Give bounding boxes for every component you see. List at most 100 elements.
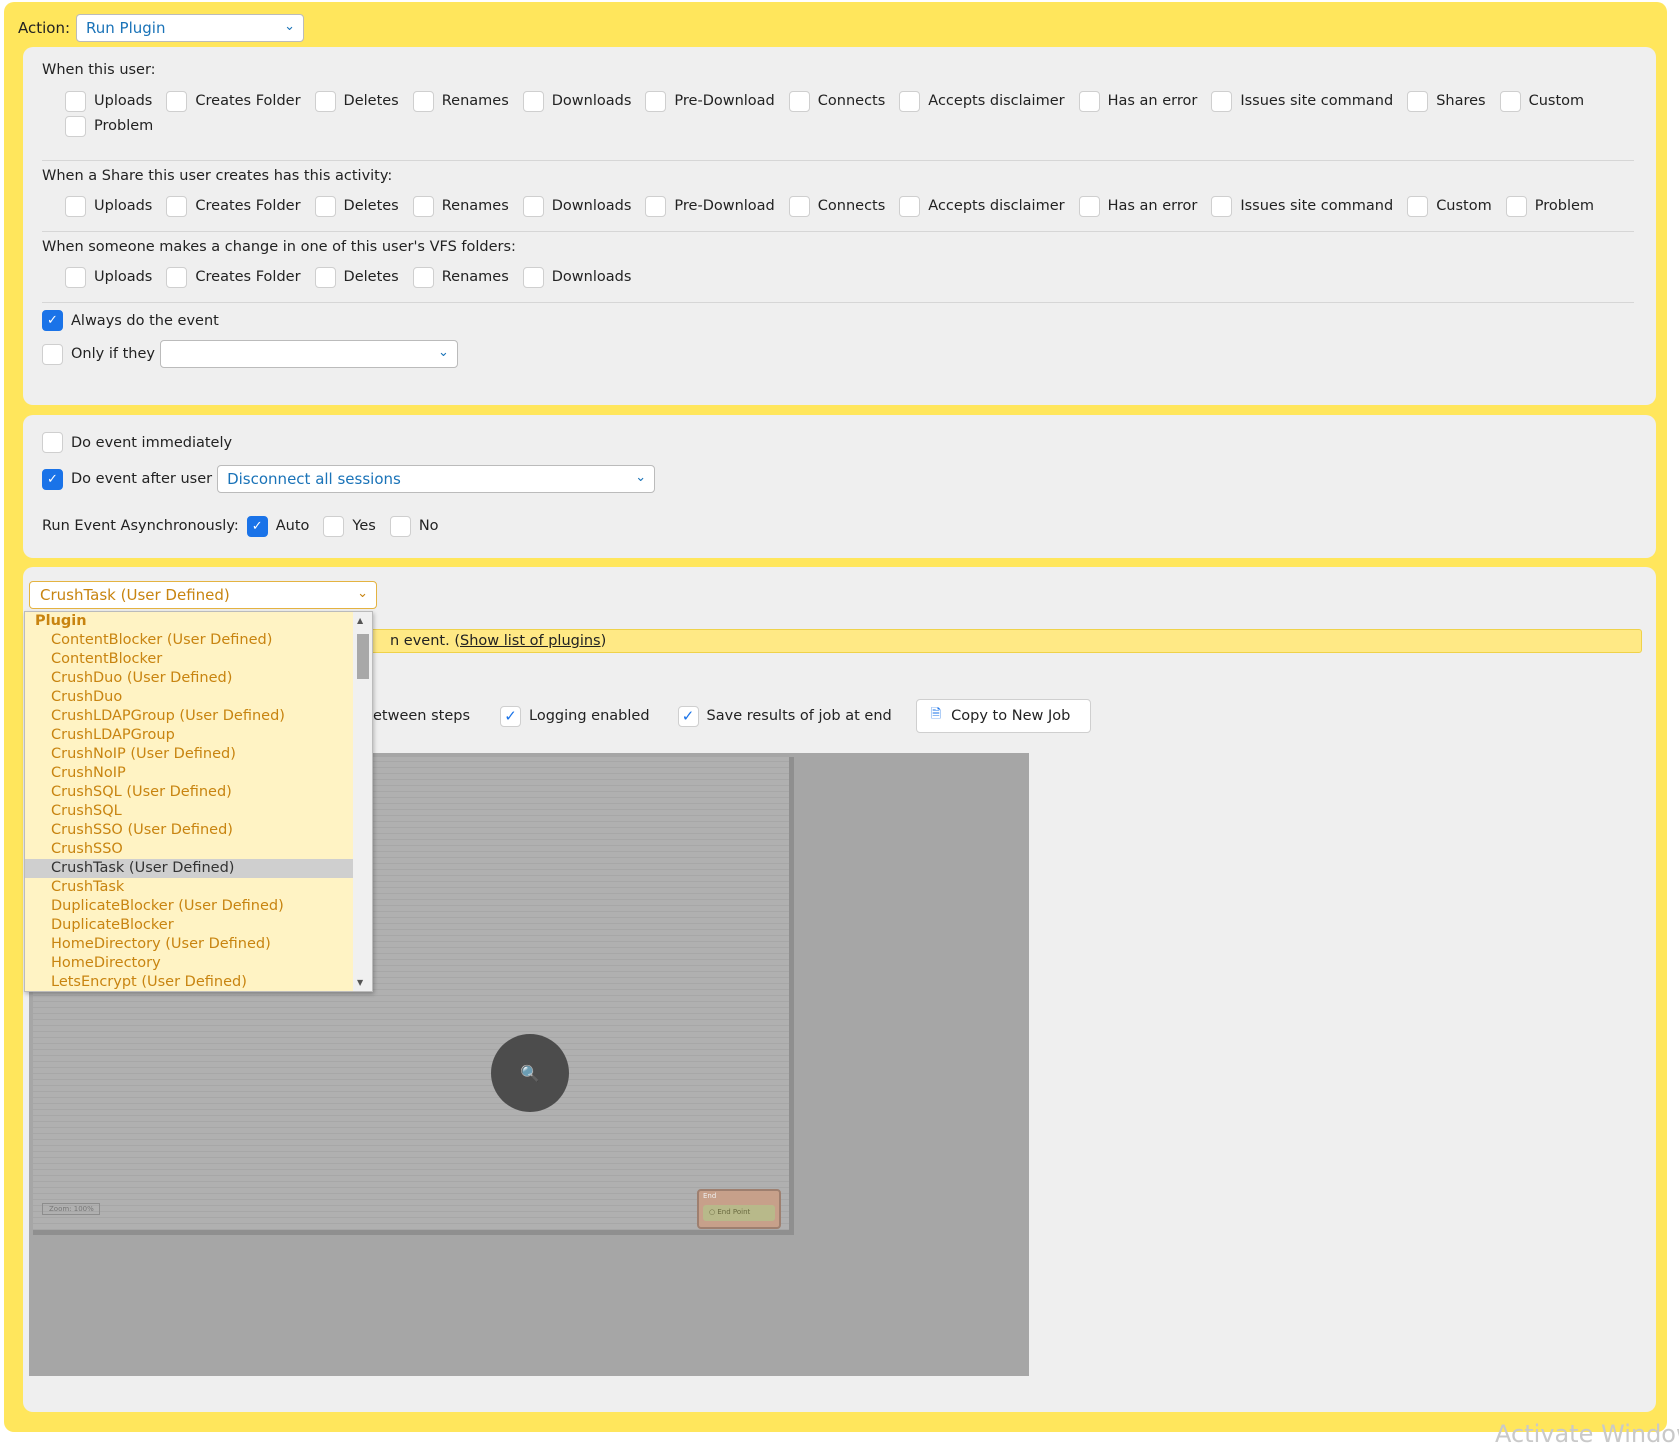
when-user-option-uploads[interactable]: Uploads — [65, 89, 152, 113]
when-user-checkbox[interactable] — [65, 115, 86, 137]
when-user-option-custom[interactable]: Custom — [1499, 89, 1584, 113]
after-user-checkbox[interactable] — [42, 468, 63, 490]
plugin-option[interactable]: HomeDirectory — [25, 954, 353, 973]
plugin-option[interactable]: CrushLDAPGroup (User Defined) — [25, 707, 353, 726]
when-vfs-option-renames[interactable]: Renames — [412, 265, 509, 289]
when-share-checkbox[interactable] — [412, 195, 434, 217]
async-yes-checkbox[interactable] — [323, 515, 345, 537]
scroll-up-icon[interactable]: ▲ — [357, 616, 363, 625]
when-share-checkbox[interactable] — [65, 195, 86, 217]
when-vfs-option-downloads[interactable]: Downloads — [522, 265, 631, 289]
plugin-option[interactable]: CrushSQL (User Defined) — [25, 783, 353, 802]
plugin-option[interactable]: CrushLDAPGroup — [25, 726, 353, 745]
when-user-checkbox[interactable] — [788, 90, 810, 112]
when-user-option-connects[interactable]: Connects — [788, 89, 885, 113]
copy-to-new-job-button[interactable]: 🗎 Copy to New Job — [915, 699, 1092, 733]
when-share-checkbox[interactable] — [166, 195, 188, 217]
when-share-checkbox[interactable] — [522, 195, 544, 217]
when-share-option-pre-download[interactable]: Pre-Download — [645, 194, 775, 218]
when-share-option-has-an-error[interactable]: Has an error — [1078, 194, 1197, 218]
plugin-option[interactable]: LetsEncrypt (User Defined) — [25, 973, 353, 991]
plugin-option[interactable]: DuplicateBlocker (User Defined) — [25, 897, 353, 916]
when-user-option-downloads[interactable]: Downloads — [522, 89, 631, 113]
when-vfs-option-creates-folder[interactable]: Creates Folder — [166, 265, 301, 289]
when-vfs-checkbox[interactable] — [412, 266, 434, 288]
when-user-checkbox[interactable] — [1499, 90, 1521, 112]
when-user-checkbox[interactable] — [314, 90, 336, 112]
async-auto[interactable]: Auto — [246, 514, 309, 538]
when-share-option-connects[interactable]: Connects — [788, 194, 885, 218]
when-vfs-checkbox[interactable] — [166, 266, 188, 288]
when-vfs-checkbox[interactable] — [314, 266, 336, 288]
after-user-select[interactable]: Disconnect all sessions ⌄ — [217, 465, 656, 493]
when-user-checkbox[interactable] — [522, 90, 544, 112]
when-share-checkbox[interactable] — [1407, 195, 1429, 217]
when-user-option-pre-download[interactable]: Pre-Download — [645, 89, 775, 113]
when-share-checkbox[interactable] — [645, 195, 667, 217]
end-node[interactable]: End ○ End Point — [697, 1189, 781, 1229]
save-results-checkbox[interactable] — [677, 705, 699, 727]
when-share-option-deletes[interactable]: Deletes — [314, 194, 399, 218]
plugin-option[interactable]: CrushTask — [25, 878, 353, 897]
plugin-option[interactable]: HomeDirectory (User Defined) — [25, 935, 353, 954]
show-plugins-link[interactable]: Show list of plugins — [460, 633, 601, 649]
when-share-checkbox[interactable] — [1211, 195, 1233, 217]
plugin-option[interactable]: CrushSSO — [25, 840, 353, 859]
plugin-option[interactable]: CrushDuo — [25, 688, 353, 707]
when-user-option-renames[interactable]: Renames — [412, 89, 509, 113]
only-if-checkbox[interactable] — [42, 343, 63, 365]
when-user-checkbox[interactable] — [1211, 90, 1233, 112]
when-share-option-renames[interactable]: Renames — [412, 194, 509, 218]
plugin-option[interactable]: DuplicateBlocker — [25, 916, 353, 935]
when-vfs-checkbox[interactable] — [65, 266, 86, 288]
async-no-checkbox[interactable] — [389, 515, 411, 537]
scroll-down-icon[interactable]: ▼ — [357, 978, 363, 987]
when-user-checkbox[interactable] — [645, 90, 667, 112]
end-point[interactable]: ○ End Point — [703, 1205, 775, 1221]
when-user-option-shares[interactable]: Shares — [1407, 89, 1486, 113]
when-share-option-problem[interactable]: Problem — [1505, 194, 1594, 218]
plugin-dropdown-list[interactable]: Plugin ContentBlocker (User Defined) Cont… — [24, 611, 373, 992]
when-share-option-creates-folder[interactable]: Creates Folder — [166, 194, 301, 218]
plugin-select[interactable]: CrushTask (User Defined) ⌄ — [29, 581, 377, 609]
plugin-option[interactable]: ContentBlocker — [25, 650, 353, 669]
scroll-thumb[interactable] — [357, 634, 369, 679]
when-user-option-accepts-disclaimer[interactable]: Accepts disclaimer — [899, 89, 1065, 113]
when-vfs-checkbox[interactable] — [522, 266, 544, 288]
when-user-checkbox[interactable] — [1407, 90, 1429, 112]
when-share-option-issues-site-command[interactable]: Issues site command — [1211, 194, 1393, 218]
when-user-option-creates-folder[interactable]: Creates Folder — [166, 89, 301, 113]
always-checkbox[interactable] — [42, 310, 63, 331]
logging-option[interactable]: Logging enabled — [500, 704, 650, 728]
action-select[interactable]: Run Plugin ⌄ — [76, 14, 305, 42]
logging-checkbox[interactable] — [500, 705, 522, 727]
plugin-option[interactable]: ContentBlocker (User Defined) — [25, 631, 353, 650]
plugin-option[interactable]: CrushSSO (User Defined) — [25, 821, 353, 840]
plugin-option[interactable]: CrushNoIP (User Defined) — [25, 745, 353, 764]
save-results-option[interactable]: Save results of job at end — [677, 704, 892, 728]
when-user-checkbox[interactable] — [1078, 90, 1100, 112]
dropdown-scrollbar[interactable]: ▲ ▼ — [353, 612, 372, 991]
when-user-option-problem[interactable]: Problem — [65, 114, 153, 138]
when-user-checkbox[interactable] — [412, 90, 434, 112]
when-user-option-has-an-error[interactable]: Has an error — [1078, 89, 1197, 113]
when-user-option-deletes[interactable]: Deletes — [314, 89, 399, 113]
when-share-option-uploads[interactable]: Uploads — [65, 194, 152, 218]
plugin-option[interactable]: CrushSQL — [25, 802, 353, 821]
when-vfs-option-deletes[interactable]: Deletes — [314, 265, 399, 289]
when-user-option-issues-site-command[interactable]: Issues site command — [1211, 89, 1393, 113]
when-share-checkbox[interactable] — [788, 195, 810, 217]
plugin-option[interactable]: CrushDuo (User Defined) — [25, 669, 353, 688]
when-vfs-option-uploads[interactable]: Uploads — [65, 265, 152, 289]
when-user-checkbox[interactable] — [899, 90, 921, 112]
when-user-checkbox[interactable] — [65, 90, 86, 112]
when-share-option-custom[interactable]: Custom — [1407, 194, 1492, 218]
when-share-checkbox[interactable] — [1078, 195, 1100, 217]
when-share-checkbox[interactable] — [314, 195, 336, 217]
when-share-checkbox[interactable] — [1505, 195, 1527, 217]
only-if-select[interactable]: ⌄ — [159, 340, 458, 368]
when-share-option-accepts-disclaimer[interactable]: Accepts disclaimer — [899, 194, 1065, 218]
async-yes[interactable]: Yes — [323, 514, 376, 538]
plugin-option[interactable]: CrushTask (User Defined) — [25, 859, 353, 878]
when-share-checkbox[interactable] — [899, 195, 921, 217]
